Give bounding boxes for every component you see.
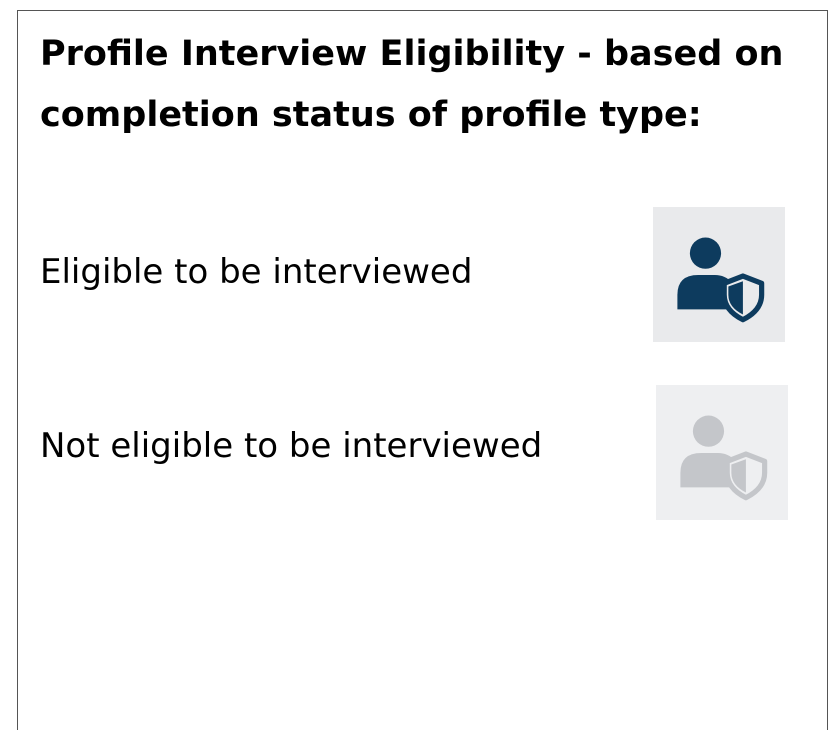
legend-title: Profile Interview Eligibility - based on…: [40, 34, 784, 135]
not-eligible-icon-tile: [656, 385, 788, 520]
user-shield-icon: [677, 237, 765, 322]
not-eligible-label: Not eligible to be interviewed: [40, 426, 543, 466]
eligible-label: Eligible to be interviewed: [40, 252, 473, 292]
user-head: [692, 415, 725, 447]
user-shield-icon: [680, 415, 768, 500]
eligible-icon-tile: [653, 207, 785, 342]
user-head: [689, 237, 722, 269]
